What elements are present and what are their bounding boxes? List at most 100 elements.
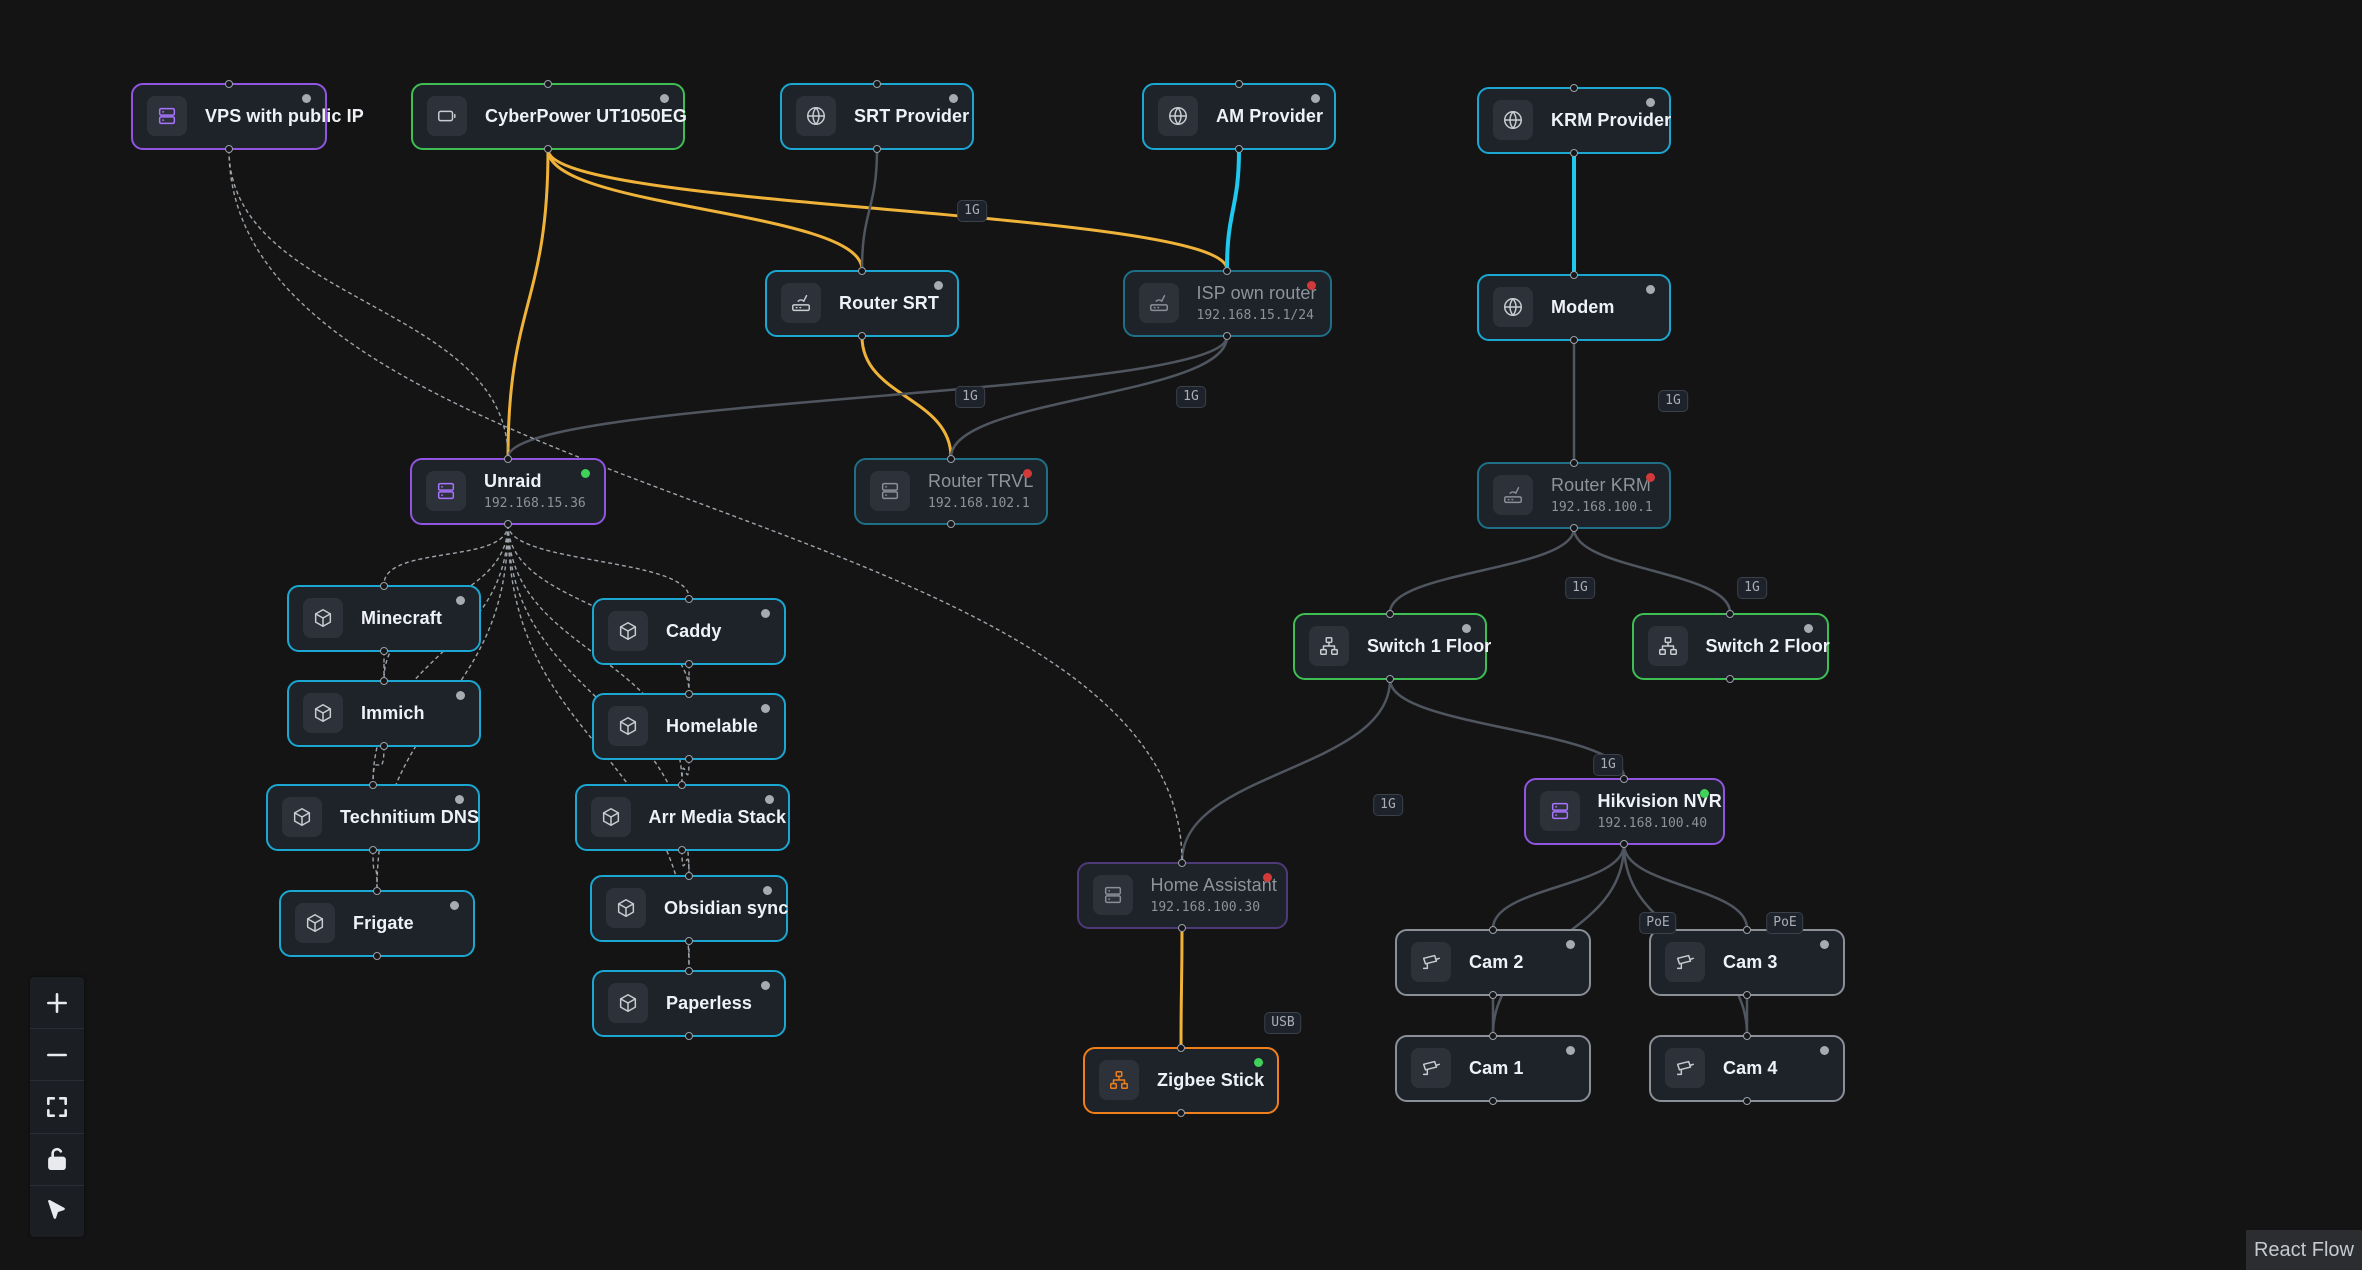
source-handle[interactable] — [373, 951, 381, 960]
target-handle[interactable] — [225, 79, 233, 88]
target-handle[interactable] — [1570, 83, 1578, 92]
edge-rkrm-sw1[interactable] — [1388, 528, 1576, 613]
source-handle[interactable] — [225, 144, 233, 153]
select-mode-button[interactable] — [30, 1186, 84, 1237]
target-handle[interactable] — [685, 966, 693, 975]
source-handle[interactable] — [873, 144, 881, 153]
target-handle[interactable] — [1726, 609, 1734, 618]
target-handle[interactable] — [685, 871, 693, 880]
edge-ups-rsrt[interactable] — [546, 149, 864, 270]
node-cam3[interactable]: Cam 3 — [1649, 925, 1845, 999]
source-handle[interactable] — [858, 331, 866, 340]
edge-unraid-minecraft[interactable] — [383, 524, 509, 585]
target-handle[interactable] — [369, 780, 377, 789]
target-handle[interactable] — [1743, 1031, 1751, 1040]
source-handle[interactable] — [947, 519, 955, 528]
edge-ha-zigbee[interactable] — [1179, 928, 1184, 1047]
edge-ups-unraid[interactable] — [506, 149, 550, 458]
target-handle[interactable] — [1177, 1043, 1185, 1052]
node-rkrm[interactable]: Router KRM 192.168.100.1 — [1477, 458, 1671, 532]
node-nvr[interactable]: Hikvision NVR 192.168.100.40 — [1523, 774, 1725, 848]
source-handle[interactable] — [685, 1031, 693, 1040]
target-handle[interactable] — [873, 79, 881, 88]
target-handle[interactable] — [678, 780, 686, 789]
node-sw1[interactable]: Switch 1 Floor — [1293, 609, 1491, 683]
edge-sw1-ha[interactable] — [1180, 679, 1392, 862]
target-handle[interactable] — [1223, 266, 1231, 275]
source-handle[interactable] — [380, 646, 388, 655]
node-unraid[interactable]: Unraid 192.168.15.36 — [410, 454, 606, 528]
node-srt[interactable]: SRT Provider — [780, 79, 974, 153]
node-cam4[interactable]: Cam 4 — [1649, 1031, 1845, 1105]
edge-am-isp[interactable] — [1225, 149, 1241, 270]
target-handle[interactable] — [1489, 925, 1497, 934]
target-handle[interactable] — [1178, 858, 1186, 867]
react-flow-attribution[interactable]: React Flow — [2245, 1230, 2362, 1270]
node-rtrvl[interactable]: Router TRVL 192.168.102.1 — [854, 454, 1048, 528]
edge-isp-unraid[interactable] — [506, 336, 1229, 458]
target-handle[interactable] — [544, 79, 552, 88]
target-handle[interactable] — [373, 886, 381, 895]
zoom-out-button[interactable] — [30, 1029, 84, 1082]
node-krm[interactable]: KRM Provider — [1477, 83, 1671, 157]
source-handle[interactable] — [1570, 335, 1578, 344]
source-handle[interactable] — [685, 659, 693, 668]
flow-canvas[interactable]: VPS with public IP CyberPower UT1050EG S… — [0, 0, 2362, 1270]
lock-button[interactable] — [30, 1134, 84, 1186]
target-handle[interactable] — [380, 676, 388, 685]
node-minecraft[interactable]: Minecraft — [287, 581, 481, 655]
source-handle[interactable] — [544, 144, 552, 153]
node-techdns[interactable]: Technitium DNS — [266, 780, 480, 854]
source-handle[interactable] — [1223, 331, 1231, 340]
target-handle[interactable] — [1386, 609, 1394, 618]
target-handle[interactable] — [1743, 925, 1751, 934]
edge-srt-rsrt[interactable] — [860, 149, 879, 270]
edge-homelable-arr[interactable] — [681, 759, 690, 784]
node-vps[interactable]: VPS with public IP — [131, 79, 364, 153]
target-handle[interactable] — [1570, 270, 1578, 279]
node-homelable[interactable]: Homelable — [592, 689, 786, 763]
target-handle[interactable] — [685, 689, 693, 698]
source-handle[interactable] — [369, 845, 377, 854]
node-rsrt[interactable]: Router SRT — [765, 266, 959, 340]
target-handle[interactable] — [380, 581, 388, 590]
edge-ups-isp[interactable] — [546, 149, 1229, 270]
source-handle[interactable] — [380, 741, 388, 750]
source-handle[interactable] — [1178, 923, 1186, 932]
edge-arr-obsidian[interactable] — [681, 850, 690, 875]
edge-vps-unraid[interactable] — [228, 149, 509, 458]
target-handle[interactable] — [1235, 79, 1243, 88]
source-handle[interactable] — [685, 936, 693, 945]
source-handle[interactable] — [504, 519, 512, 528]
source-handle[interactable] — [1570, 148, 1578, 157]
edge-sw1-nvr[interactable] — [1388, 679, 1626, 778]
node-zigbee[interactable]: Zigbee Stick — [1083, 1043, 1279, 1117]
edge-unraid-caddy[interactable] — [507, 524, 690, 598]
source-handle[interactable] — [1570, 523, 1578, 532]
edge-techdns-frigate[interactable] — [372, 850, 378, 890]
target-handle[interactable] — [947, 454, 955, 463]
source-handle[interactable] — [1235, 144, 1243, 153]
source-handle[interactable] — [1743, 1096, 1751, 1105]
source-handle[interactable] — [1489, 990, 1497, 999]
fit-view-button[interactable] — [30, 1081, 84, 1134]
node-modem[interactable]: Modem — [1477, 270, 1671, 344]
zoom-in-button[interactable] — [30, 977, 84, 1030]
node-arr[interactable]: Arr Media Stack — [574, 780, 790, 854]
source-handle[interactable] — [1386, 674, 1394, 683]
source-handle[interactable] — [685, 754, 693, 763]
node-caddy[interactable]: Caddy — [592, 594, 786, 668]
source-handle[interactable] — [678, 845, 686, 854]
node-isp[interactable]: ISP own router 192.168.15.1/24 — [1122, 266, 1332, 340]
target-handle[interactable] — [1570, 458, 1578, 467]
edge-immich-techdns[interactable] — [372, 746, 385, 784]
node-am[interactable]: AM Provider — [1142, 79, 1336, 153]
target-handle[interactable] — [858, 266, 866, 275]
node-frigate[interactable]: Frigate — [279, 886, 475, 960]
edge-nvr-cam2[interactable] — [1491, 844, 1626, 929]
target-handle[interactable] — [504, 454, 512, 463]
source-handle[interactable] — [1726, 674, 1734, 683]
node-immich[interactable]: Immich — [287, 676, 481, 750]
source-handle[interactable] — [1620, 839, 1628, 848]
node-paperless[interactable]: Paperless — [592, 966, 786, 1040]
